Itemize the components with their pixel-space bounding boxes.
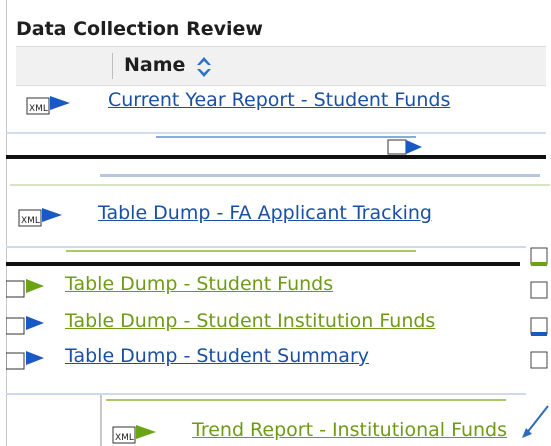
xml-report-icon	[6, 279, 44, 298]
divider-bar	[6, 262, 520, 266]
xml-report-icon	[530, 281, 548, 299]
xml-report-icon: XML	[26, 96, 70, 115]
pointer-arrow-icon	[522, 405, 549, 438]
report-link[interactable]: Table Dump - FA Applicant Tracking	[98, 202, 432, 224]
report-link[interactable]: Trend Report - Institutional Funds	[192, 419, 507, 441]
report-link[interactable]: Table Dump - Student Institution Funds	[65, 310, 435, 332]
panel-title: Data Collection Review	[16, 18, 263, 40]
xml-report-icon: XML	[18, 208, 62, 227]
sort-icon[interactable]	[194, 55, 214, 79]
report-link[interactable]: Table Dump - Student Summary	[65, 345, 369, 367]
svg-text:XML: XML	[115, 433, 134, 443]
xml-report-icon	[387, 139, 422, 155]
glitch-row	[10, 168, 550, 192]
xml-report-icon	[6, 351, 44, 370]
xml-report-icon: XML	[112, 425, 156, 444]
glitch-row	[6, 385, 546, 409]
svg-text:XML: XML	[21, 216, 40, 226]
header-divider	[112, 53, 113, 79]
xml-report-icon	[530, 247, 548, 266]
xml-report-icon	[530, 351, 548, 369]
frame-edge	[100, 395, 102, 446]
glitch-row	[6, 238, 546, 262]
xml-report-icon	[6, 316, 44, 335]
glitch-block	[386, 136, 546, 158]
xml-report-icon	[530, 317, 548, 336]
report-link[interactable]: Table Dump - Student Funds	[65, 273, 333, 295]
column-header-name[interactable]: Name	[124, 54, 185, 76]
table-header: Name	[16, 46, 546, 86]
report-link[interactable]: Current Year Report - Student Funds	[108, 89, 450, 111]
svg-text:XML: XML	[29, 104, 48, 114]
